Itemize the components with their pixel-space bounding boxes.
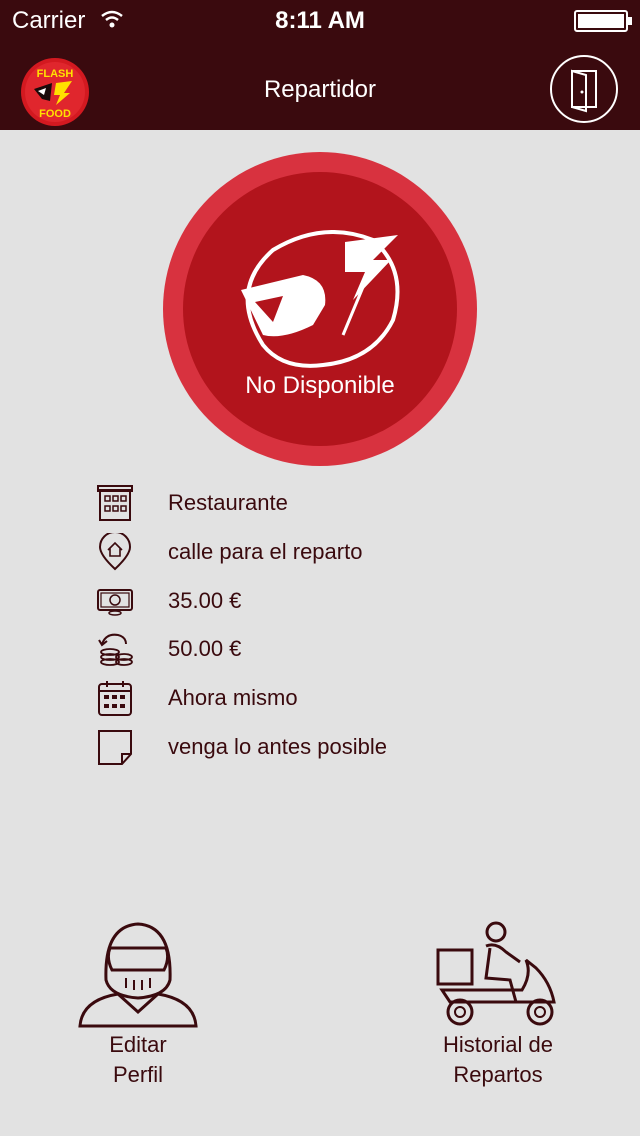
info-row-time: Ahora mismo (96, 679, 596, 719)
scooter-courier-icon (436, 921, 556, 1026)
delivery-history-button[interactable]: Historial de Repartos (398, 918, 598, 1090)
history-line1: Historial de (442, 1032, 554, 1057)
delivery-time: Ahora mismo (168, 685, 298, 710)
info-row-address: calle para el reparto (96, 533, 596, 573)
battery-icon (574, 10, 632, 32)
edit-profile-button[interactable]: Editar Perfil (38, 918, 238, 1090)
delivery-notes: venga lo antes posible (168, 734, 387, 759)
top-bar: Carrier 8:11 AM FLASH FOOD Repartidor (0, 0, 640, 130)
coins-change-icon (98, 633, 133, 666)
svg-text:FOOD: FOOD (39, 108, 71, 120)
info-row-notes: venga lo antes posible (96, 728, 596, 768)
delivery-address: calle para el reparto (168, 539, 363, 564)
order-amount: 35.00 € (168, 588, 242, 613)
availability-inner: No Disponible (183, 172, 457, 446)
status-bar: Carrier 8:11 AM (0, 0, 640, 40)
flash-helmet-icon (241, 230, 400, 368)
restaurant-name: Restaurante (168, 490, 288, 515)
availability-label: No Disponible (245, 372, 395, 399)
door-exit-icon (571, 69, 597, 113)
money-icon (97, 589, 133, 616)
availability-toggle[interactable]: No Disponible (163, 152, 477, 466)
info-row-restaurant: Restaurante (96, 484, 596, 524)
info-row-change: 50.00 € (96, 630, 596, 670)
page-title: Repartidor (263, 76, 377, 103)
status-time: 8:11 AM (275, 7, 365, 34)
logout-button[interactable] (550, 55, 618, 123)
calendar-icon (98, 681, 132, 716)
note-icon (98, 730, 132, 765)
courier-helmet-icon (78, 922, 198, 1028)
info-row-amount: 35.00 € (96, 582, 596, 622)
building-icon (97, 485, 133, 521)
edit-profile-line2: Perfil (112, 1062, 164, 1087)
edit-profile-line1: Editar (109, 1032, 167, 1057)
location-pin-icon (98, 533, 132, 571)
change-amount: 50.00 € (168, 636, 242, 661)
history-line2: Repartos (453, 1062, 543, 1087)
